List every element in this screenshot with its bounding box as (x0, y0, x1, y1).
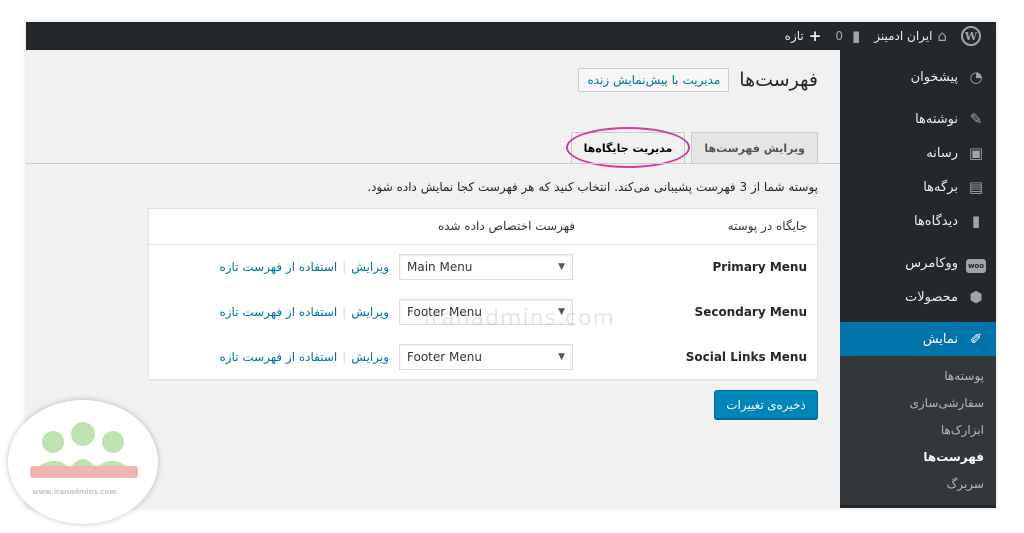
submenu-item-customize[interactable]: سفارشی‌سازی (840, 389, 996, 416)
edit-menu-link[interactable]: ویرایش (351, 305, 389, 319)
site-name-link[interactable]: ⌂ ایران ادمینز (867, 22, 954, 50)
menu-select-value: Main Menu (407, 260, 473, 274)
wp-admin-window: W ⌂ ایران ادمینز ▮ 0 + تازه فهرست‌ها مدی… (26, 22, 996, 508)
new-content-link[interactable]: + تازه (778, 22, 829, 50)
site-name-label: ایران ادمینز (874, 29, 933, 43)
column-header-location: جایگاه در پوسته (727, 219, 807, 233)
sidebar-item-label: پیشخوان (910, 69, 958, 85)
row-actions: ویرایش | استفاده از فهرست تازه (219, 350, 389, 364)
iranadmins-logo: www.iranadmins.com (8, 400, 158, 524)
edit-menu-link[interactable]: ویرایش (351, 260, 389, 274)
menu-locations-table: جایگاه در پوسته فهرست اختصاص داده شده Pr… (148, 208, 818, 380)
comment-bubble-icon: ▮ (851, 27, 861, 45)
comment-icon: ▮ (971, 212, 981, 230)
tab-edit-menus[interactable]: ویرایش فهرست‌ها (691, 132, 818, 163)
sidebar-item-label: محصولات (905, 289, 958, 305)
comments-count: 0 (835, 29, 843, 43)
location-name: Primary Menu (712, 260, 807, 274)
location-name: Social Links Menu (685, 350, 807, 364)
dropdown-arrow-icon: ▼ (558, 262, 565, 272)
action-separator: | (342, 260, 347, 274)
column-header-assigned-menu: فهرست اختصاص داده شده (437, 219, 575, 233)
people-logo-icon (30, 422, 138, 478)
sidebar-item-posts[interactable]: ✎ نوشته‌ها (840, 102, 996, 136)
edit-menu-link[interactable]: ویرایش (351, 350, 389, 364)
use-new-menu-link[interactable]: استفاده از فهرست تازه (219, 260, 337, 274)
sidebar-item-comments[interactable]: ▮ دیدگاه‌ها (840, 204, 996, 238)
location-name: Secondary Menu (694, 305, 807, 319)
home-icon: ⌂ (937, 27, 947, 45)
plus-icon: + (808, 27, 822, 45)
use-new-menu-link[interactable]: استفاده از فهرست تازه (219, 350, 337, 364)
tab-manage-locations[interactable]: مدیریت جایگاه‌ها (565, 127, 691, 168)
appearance-icon: ✐ (969, 330, 983, 348)
submenu-item-header[interactable]: سربرگ (840, 470, 996, 497)
action-separator: | (342, 350, 347, 364)
menu-select-value: Footer Menu (407, 350, 482, 364)
use-new-menu-link[interactable]: استفاده از فهرست تازه (219, 305, 337, 319)
sidebar-item-label: دیدگاه‌ها (913, 213, 958, 229)
menu-select[interactable]: Footer Menu ▼ (399, 344, 573, 370)
submenu-item-widgets[interactable]: ابزارک‌ها (840, 416, 996, 443)
dropdown-arrow-icon: ▼ (558, 352, 565, 362)
table-header: جایگاه در پوسته فهرست اختصاص داده شده (149, 209, 817, 245)
logo-url-text: www.iranadmins.com (32, 488, 117, 496)
save-changes-button[interactable]: ذخیره‌ی تغییرات (714, 390, 818, 419)
appearance-submenu: پوسته‌ها سفارشی‌سازی ابزارک‌ها فهرست‌ها … (840, 356, 996, 505)
sidebar-item-woocommerce[interactable]: woo ووکامرس (840, 246, 996, 280)
admin-bar: W ⌂ ایران ادمینز ▮ 0 + تازه (26, 22, 996, 50)
dashboard-icon: ◔ (969, 68, 983, 86)
woo-badge: woo (966, 258, 986, 273)
menu-select[interactable]: Main Menu ▼ (399, 254, 573, 280)
sidebar-item-dashboard[interactable]: ◔ پیشخوان (840, 60, 996, 94)
comments-link[interactable]: ▮ 0 (828, 22, 867, 50)
media-icon: ▣ (968, 144, 984, 162)
locations-description: پوسته شما از 3 فهرست پشیبانی می‌کند. انت… (367, 180, 818, 194)
table-row: Primary Menu Main Menu ▼ ویرایش | استفاد… (149, 245, 817, 290)
watermark-text: iranadmins.com (424, 306, 615, 331)
sidebar-item-label: برگه‌ها (923, 179, 958, 195)
sidebar-item-label: نمایش (922, 331, 958, 347)
sidebar-item-label: ووکامرس (905, 255, 958, 271)
pin-icon: ✎ (969, 110, 983, 128)
sidebar-item-appearance[interactable]: ✐ نمایش (832, 322, 996, 356)
new-content-label: تازه (784, 29, 804, 43)
page-title: فهرست‌ها (739, 69, 818, 91)
sidebar-item-label: رسانه (926, 145, 958, 161)
title-row: فهرست‌ها مدیریت با پیش‌نمایش زنده (578, 68, 818, 92)
tab-divider (26, 163, 840, 164)
wordpress-logo-icon: W (961, 26, 981, 46)
sidebar-item-products[interactable]: ⬢ محصولات (840, 280, 996, 314)
nav-tabs: ویرایش فهرست‌ها مدیریت جایگاه‌ها (565, 127, 818, 168)
woocommerce-icon: woo (966, 254, 986, 273)
sidebar-item-pages[interactable]: ▤ برگه‌ها (840, 170, 996, 204)
action-separator: | (342, 305, 347, 319)
manage-live-preview-button[interactable]: مدیریت با پیش‌نمایش زنده (578, 68, 730, 92)
admin-sidebar: ◔ پیشخوان ✎ نوشته‌ها ▣ رسانه ▤ برگه‌ها ▮… (832, 50, 996, 508)
pages-icon: ▤ (968, 178, 984, 196)
row-actions: ویرایش | استفاده از فهرست تازه (219, 260, 389, 274)
products-icon: ⬢ (969, 288, 983, 306)
submenu-item-themes[interactable]: پوسته‌ها (840, 362, 996, 389)
row-actions: ویرایش | استفاده از فهرست تازه (219, 305, 389, 319)
sidebar-item-media[interactable]: ▣ رسانه (840, 136, 996, 170)
submenu-item-menus[interactable]: فهرست‌ها (840, 443, 996, 470)
table-row: Social Links Menu Footer Menu ▼ ویرایش |… (149, 335, 817, 380)
wp-logo-menu[interactable]: W (954, 22, 988, 50)
sidebar-item-label: نوشته‌ها (915, 111, 958, 127)
